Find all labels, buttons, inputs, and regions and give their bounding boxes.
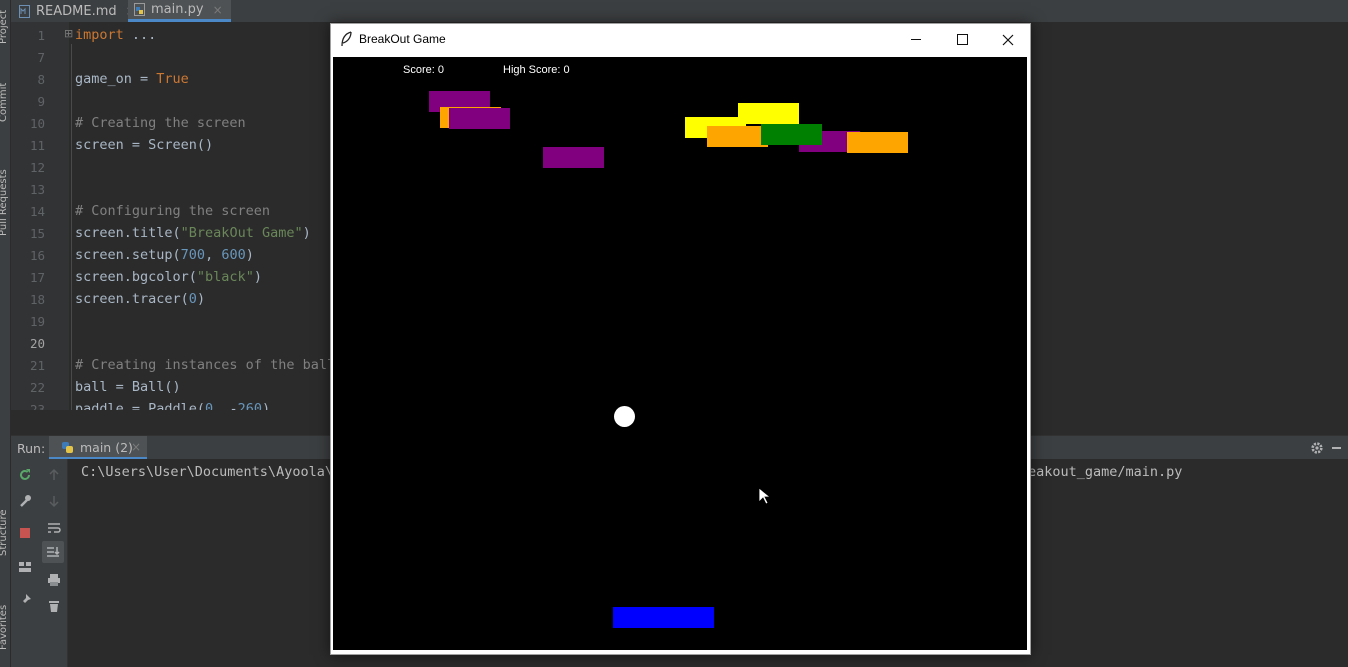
console-output-left: C:\Users\User\Documents\Ayoola\ <box>81 464 333 480</box>
high-score-display: High Score: 0 <box>503 64 570 76</box>
brick-purple <box>543 147 604 168</box>
minimize-icon <box>911 39 921 40</box>
code-line: import ... <box>75 27 157 43</box>
soft-wrap-icon[interactable] <box>47 521 61 535</box>
line-number: 10 <box>29 116 45 131</box>
line-number: 15 <box>29 226 45 241</box>
game-window: BreakOut Game Score: 0 High Score: 0 <box>330 23 1031 655</box>
line-number: 8 <box>37 72 45 87</box>
line-number: 19 <box>29 314 45 329</box>
line-number: 16 <box>29 248 45 263</box>
arrow-up-icon[interactable] <box>47 468 61 482</box>
line-number: 7 <box>37 50 45 65</box>
fold-icon[interactable]: ⊞ <box>64 27 73 40</box>
brick-green <box>761 124 822 145</box>
code-line: screen.tracer(0) <box>75 291 206 307</box>
code-line: screen.setup(700, 600) <box>75 247 254 263</box>
game-canvas[interactable]: Score: 0 High Score: 0 <box>333 57 1027 650</box>
rerun-icon[interactable] <box>18 468 32 482</box>
run-label: Run: <box>17 441 46 456</box>
paddle <box>613 607 714 628</box>
code-line: game_on = True <box>75 71 189 87</box>
code-line: screen.bgcolor("black") <box>75 269 262 285</box>
code-line: screen = Screen() <box>75 137 214 153</box>
line-number: 22 <box>29 380 45 395</box>
arrow-down-icon[interactable] <box>47 494 61 508</box>
console-output-right: eakout_game/main.py <box>1028 464 1183 480</box>
fold-guide <box>71 44 72 410</box>
maximize-button[interactable] <box>939 24 985 55</box>
wrench-icon[interactable] <box>18 494 32 508</box>
line-number: 11 <box>29 138 45 153</box>
run-tab-label: main (2) <box>80 440 133 455</box>
scroll-end-toggle[interactable] <box>42 541 64 563</box>
stop-icon[interactable] <box>20 528 30 538</box>
ball <box>614 406 635 427</box>
side-tool-strip: Project Commit Pull Requests Structure F… <box>0 0 11 667</box>
scroll-end-icon <box>47 547 60 557</box>
tool-window-pull-requests[interactable]: Pull Requests <box>0 169 9 236</box>
brick-purple <box>449 108 510 129</box>
close-icon <box>1002 34 1014 45</box>
tab-readme-label: README.md <box>36 3 117 19</box>
close-icon[interactable]: × <box>131 440 141 454</box>
print-icon[interactable] <box>47 573 61 587</box>
code-line: paddle = Paddle(0, -260) <box>75 401 271 410</box>
gear-icon[interactable] <box>1310 441 1324 455</box>
close-button[interactable] <box>985 24 1031 55</box>
python-file-icon <box>62 442 73 453</box>
pin-icon[interactable] <box>18 593 32 607</box>
code-line: # Creating the screen <box>75 115 246 131</box>
tab-main-label: main.py <box>151 2 204 17</box>
code-line: # Configuring the screen <box>75 203 271 219</box>
editor-tab-bar: README.md × main.py × <box>11 0 1348 22</box>
line-number: 14 <box>29 204 45 219</box>
tool-window-structure[interactable]: Structure <box>0 509 9 556</box>
run-tab-main[interactable]: main (2) × <box>49 436 147 460</box>
tool-window-favorites[interactable]: Favorites <box>0 605 9 650</box>
line-number: 13 <box>29 182 45 197</box>
hide-panel-icon[interactable] <box>1332 447 1341 449</box>
line-number: 9 <box>37 94 45 109</box>
line-number: 1 <box>37 28 45 43</box>
brick-orange <box>707 126 768 147</box>
mouse-cursor-icon <box>758 487 770 505</box>
maximize-icon <box>956 34 968 45</box>
close-icon[interactable]: × <box>213 3 223 17</box>
markdown-file-icon <box>19 4 30 18</box>
game-window-titlebar[interactable]: BreakOut Game <box>331 24 1030 55</box>
line-number: 17 <box>29 270 45 285</box>
layout-icon[interactable] <box>18 560 32 574</box>
tool-window-commit[interactable]: Commit <box>0 83 9 122</box>
tab-readme[interactable]: README.md × <box>19 0 136 22</box>
line-number: 21 <box>29 358 45 373</box>
line-number: 12 <box>29 160 45 175</box>
tool-window-project[interactable]: Project <box>0 10 9 44</box>
trash-icon[interactable] <box>47 599 61 613</box>
run-toolbar-primary <box>11 459 39 667</box>
run-toolbar-secondary <box>39 459 68 667</box>
line-number: 18 <box>29 292 45 307</box>
feather-icon <box>341 31 352 47</box>
score-display: Score: 0 <box>403 64 444 76</box>
line-number: 23 <box>29 402 45 410</box>
code-line: # Creating instances of the ball <box>75 357 336 373</box>
line-number-current: 20 <box>29 336 45 351</box>
minimize-button[interactable] <box>893 24 939 55</box>
code-line: ball = Ball() <box>75 379 181 395</box>
game-window-title: BreakOut Game <box>359 32 446 46</box>
python-file-icon <box>134 3 145 16</box>
brick-yellow <box>738 103 799 124</box>
line-gutter: 1 7 8 9 10 11 12 13 14 15 16 17 18 19 20… <box>11 22 69 410</box>
brick-orange <box>847 132 908 153</box>
tab-main-py[interactable]: main.py × <box>128 0 231 22</box>
code-line: screen.title("BreakOut Game") <box>75 225 311 241</box>
